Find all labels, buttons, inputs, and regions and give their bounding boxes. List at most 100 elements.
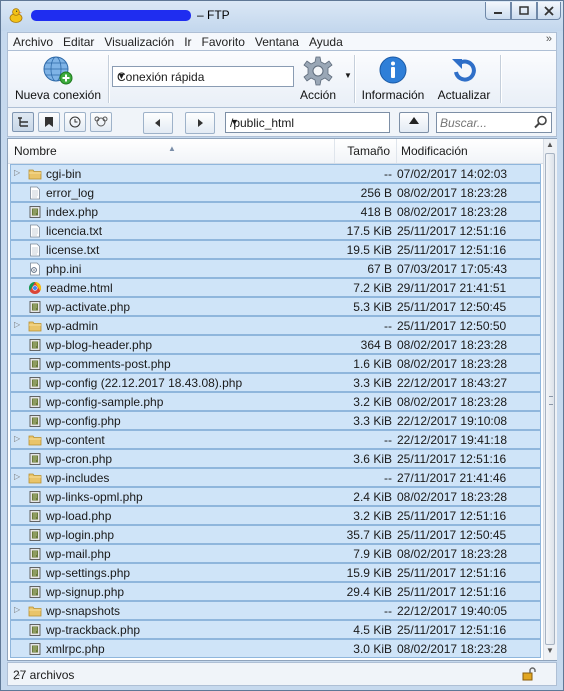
file-row[interactable]: wp-login.php 35.7 KiB 25/11/2017 12:50:45 [10, 525, 541, 544]
dropdown-arrow-icon: ▼ [230, 117, 239, 127]
file-size: 1.6 KiB [353, 357, 392, 371]
menu-ayuda[interactable]: Ayuda [304, 35, 348, 49]
file-row[interactable]: ▷ wp-snapshots -- 22/12/2017 19:40:05 [10, 601, 541, 620]
scroll-up-icon[interactable]: ▲ [546, 140, 554, 149]
resize-grip-icon[interactable]: ⋰ [13, 668, 555, 684]
vertical-scrollbar[interactable]: ▲ ▼ [543, 139, 557, 660]
parent-folder-button[interactable] [399, 112, 429, 133]
close-button[interactable] [537, 2, 561, 20]
scroll-thumb[interactable] [545, 153, 555, 645]
menu-editar[interactable]: Editar [58, 35, 99, 49]
php-file-icon [28, 642, 42, 656]
up-arrow-icon [409, 117, 419, 124]
file-name: php.ini [46, 262, 82, 276]
file-row[interactable]: xmlrpc.php 3.0 KiB 08/02/2017 18:23:28 [10, 639, 541, 658]
folder-file-icon [28, 167, 42, 181]
refresh-button[interactable]: Actualizar [430, 53, 498, 105]
expand-folder-icon[interactable]: ▷ [14, 320, 20, 329]
redacted-host [31, 10, 191, 21]
file-name: licencia.txt [46, 224, 103, 238]
history-button[interactable] [64, 112, 86, 132]
file-row[interactable]: readme.html 7.2 KiB 29/11/2017 21:41:51 [10, 278, 541, 297]
expand-folder-icon[interactable]: ▷ [14, 605, 20, 614]
title-bar[interactable]: – FTP [1, 1, 563, 31]
forward-arrow-icon [198, 119, 203, 127]
search-icon[interactable] [534, 115, 548, 129]
file-size: 3.3 KiB [353, 414, 392, 428]
file-modified: 25/11/2017 12:51:16 [397, 224, 507, 238]
file-row[interactable]: wp-config (22.12.2017 18.43.08).php 3.3 K… [10, 373, 541, 392]
file-row[interactable]: error_log 256 B 08/02/2017 18:23:28 [10, 183, 541, 202]
expand-folder-icon[interactable]: ▷ [14, 472, 20, 481]
column-size-header[interactable]: Tamaño [335, 139, 397, 163]
sort-ascending-icon: ▲ [168, 144, 176, 153]
menu-archivo[interactable]: Archivo [8, 35, 58, 49]
php-file-icon [28, 395, 42, 409]
quick-connect-dropdown[interactable]: Conexión rápida ▼ [112, 66, 294, 87]
search-field[interactable] [436, 112, 552, 133]
info-button[interactable]: Información [358, 53, 428, 105]
forward-button[interactable] [185, 112, 215, 134]
status-bar: 27 archivos ⋰ [7, 662, 557, 686]
file-row[interactable]: wp-links-opml.php 2.4 KiB 08/02/2017 18:23… [10, 487, 541, 506]
path-dropdown[interactable]: /public_html ▼ [225, 112, 390, 133]
file-row[interactable]: licencia.txt 17.5 KiB 25/11/2017 12:51:16 [10, 221, 541, 240]
folder-file-icon [28, 604, 42, 618]
refresh-icon [452, 59, 476, 82]
file-row[interactable]: wp-config-sample.php 3.2 KiB 08/02/2017 18… [10, 392, 541, 411]
file-row[interactable]: wp-cron.php 3.6 KiB 25/11/2017 12:51:16 [10, 449, 541, 468]
file-modified: 07/02/2017 14:02:03 [397, 167, 508, 181]
column-name-header[interactable]: Nombre ▲ [8, 139, 335, 163]
new-connection-button[interactable]: Nueva conexión [10, 53, 106, 105]
bookmarks-button[interactable] [38, 112, 60, 132]
action-label: Acción [299, 88, 337, 102]
file-row[interactable]: wp-settings.php 15.9 KiB 25/11/2017 12:51:… [10, 563, 541, 582]
file-row[interactable]: ▷ wp-content -- 22/12/2017 19:41:18 [10, 430, 541, 449]
file-name: wp-trackback.php [46, 623, 141, 637]
menu-visualizacion[interactable]: Visualización [99, 35, 179, 49]
expand-folder-icon[interactable]: ▷ [14, 434, 20, 443]
maximize-button[interactable] [511, 2, 537, 20]
column-modified-header[interactable]: Modificación [397, 139, 543, 163]
file-row[interactable]: wp-blog-header.php 364 B 08/02/2017 18:23:… [10, 335, 541, 354]
refresh-label: Actualizar [437, 88, 491, 102]
file-size: 7.2 KiB [353, 281, 392, 295]
expand-folder-icon[interactable]: ▷ [14, 168, 20, 177]
file-row[interactable]: wp-load.php 3.2 KiB 25/11/2017 12:51:16 [10, 506, 541, 525]
browser-view-button[interactable] [12, 112, 34, 132]
folder-file-icon [28, 433, 42, 447]
scroll-down-icon[interactable]: ▼ [546, 646, 554, 655]
file-row[interactable]: license.txt 19.5 KiB 25/11/2017 12:51:16 [10, 240, 541, 259]
php-file-icon [28, 452, 42, 466]
file-row[interactable]: wp-mail.php 7.9 KiB 08/02/2017 18:23:28 [10, 544, 541, 563]
file-modified: 22/12/2017 19:10:08 [397, 414, 508, 428]
folder-file-icon [28, 319, 42, 333]
file-size: 4.5 KiB [353, 623, 392, 637]
menu-ventana[interactable]: Ventana [250, 35, 304, 49]
menu-ir[interactable]: Ir [179, 35, 196, 49]
back-button[interactable] [143, 112, 173, 134]
php-file-icon [28, 414, 42, 428]
file-size: 3.2 KiB [353, 509, 392, 523]
file-row[interactable]: wp-activate.php 5.3 KiB 25/11/2017 12:50:4… [10, 297, 541, 316]
file-row[interactable]: ▷ wp-admin -- 25/11/2017 12:50:50 [10, 316, 541, 335]
php-file-icon [28, 547, 42, 561]
file-row[interactable]: ▷ cgi-bin -- 07/02/2017 14:02:03 [10, 164, 541, 183]
menu-favorito[interactable]: Favorito [197, 35, 250, 49]
file-name: wp-mail.php [46, 547, 111, 561]
file-row[interactable]: wp-config.php 3.3 KiB 22/12/2017 19:10:08 [10, 411, 541, 430]
action-button[interactable]: Acción [294, 53, 342, 105]
file-row[interactable]: php.ini 67 B 07/03/2017 17:05:43 [10, 259, 541, 278]
action-dropdown-icon[interactable]: ▼ [344, 71, 352, 80]
file-row[interactable]: wp-signup.php 29.4 KiB 25/11/2017 12:51:16 [10, 582, 541, 601]
bonjour-button[interactable] [90, 112, 112, 132]
gear-icon [303, 56, 333, 86]
toolbar-overflow-icon[interactable]: » [546, 33, 552, 45]
file-row[interactable]: wp-trackback.php 4.5 KiB 25/11/2017 12:51:… [10, 620, 541, 639]
file-row[interactable]: ▷ wp-includes -- 27/11/2017 21:41:46 [10, 468, 541, 487]
minimize-button[interactable] [485, 2, 511, 20]
file-row[interactable]: index.php 418 B 08/02/2017 18:23:28 [10, 202, 541, 221]
file-row[interactable]: wp-comments-post.php 1.6 KiB 08/02/2017 18… [10, 354, 541, 373]
file-modified: 22/12/2017 19:41:18 [397, 433, 508, 447]
search-input[interactable] [440, 115, 530, 130]
